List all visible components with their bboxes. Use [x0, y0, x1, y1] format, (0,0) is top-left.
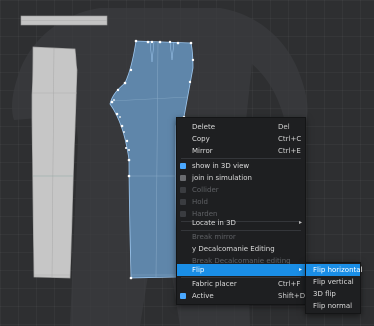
submenu-item-flip-vertical[interactable]: Flip vertical: [306, 276, 360, 288]
checkbox-disabled-icon: [180, 199, 186, 205]
flip-submenu: Flip horizontal Flip vertical 3D flip Fl…: [305, 262, 363, 314]
left-pants-leg-pattern[interactable]: [31, 46, 78, 279]
menu-item-collider[interactable]: Collider: [177, 184, 305, 196]
submenu-item-flip-horizontal[interactable]: Flip horizontal: [306, 264, 363, 276]
menu-item-copy[interactable]: Copy Ctrl+C: [177, 133, 305, 145]
menu-item-decalcomanie-editing[interactable]: y Decalcomanie Editing: [177, 243, 305, 255]
checkbox-checked-icon: [180, 293, 186, 299]
menu-item-fabric-placer[interactable]: Fabric placer Ctrl+F: [177, 278, 305, 290]
2d-pattern-window[interactable]: Delete Del Copy Ctrl+C Mirror Ctrl+E sho…: [0, 0, 374, 326]
context-menu: Delete Del Copy Ctrl+C Mirror Ctrl+E sho…: [176, 117, 306, 305]
waistband-pattern[interactable]: [20, 15, 108, 26]
menu-item-mirror[interactable]: Mirror Ctrl+E: [177, 145, 305, 157]
checkbox-unchecked-icon: [180, 175, 186, 181]
menu-item-show-in-3d-view[interactable]: show in 3D view: [177, 160, 305, 172]
menu-item-delete[interactable]: Delete Del: [177, 121, 305, 133]
menu-item-join-in-simulation[interactable]: join in simulation: [177, 172, 305, 184]
submenu-item-3d-flip[interactable]: 3D flip: [306, 288, 360, 300]
checkbox-disabled-icon: [180, 187, 186, 193]
menu-item-hold[interactable]: Hold: [177, 196, 305, 208]
menu-item-locate-in-3d[interactable]: Locate in 3D ▸: [177, 217, 305, 229]
submenu-item-flip-normal[interactable]: Flip normal: [306, 300, 360, 312]
menu-separator: [181, 158, 301, 159]
menu-item-flip[interactable]: Flip ▸: [177, 264, 305, 276]
menu-item-active[interactable]: Active Shift+D: [177, 290, 305, 302]
chevron-right-icon: ▸: [298, 219, 302, 226]
chevron-right-icon: ▸: [298, 266, 302, 273]
checkbox-checked-icon: [180, 163, 186, 169]
menu-item-break-mirror[interactable]: Break mirror: [177, 231, 305, 243]
